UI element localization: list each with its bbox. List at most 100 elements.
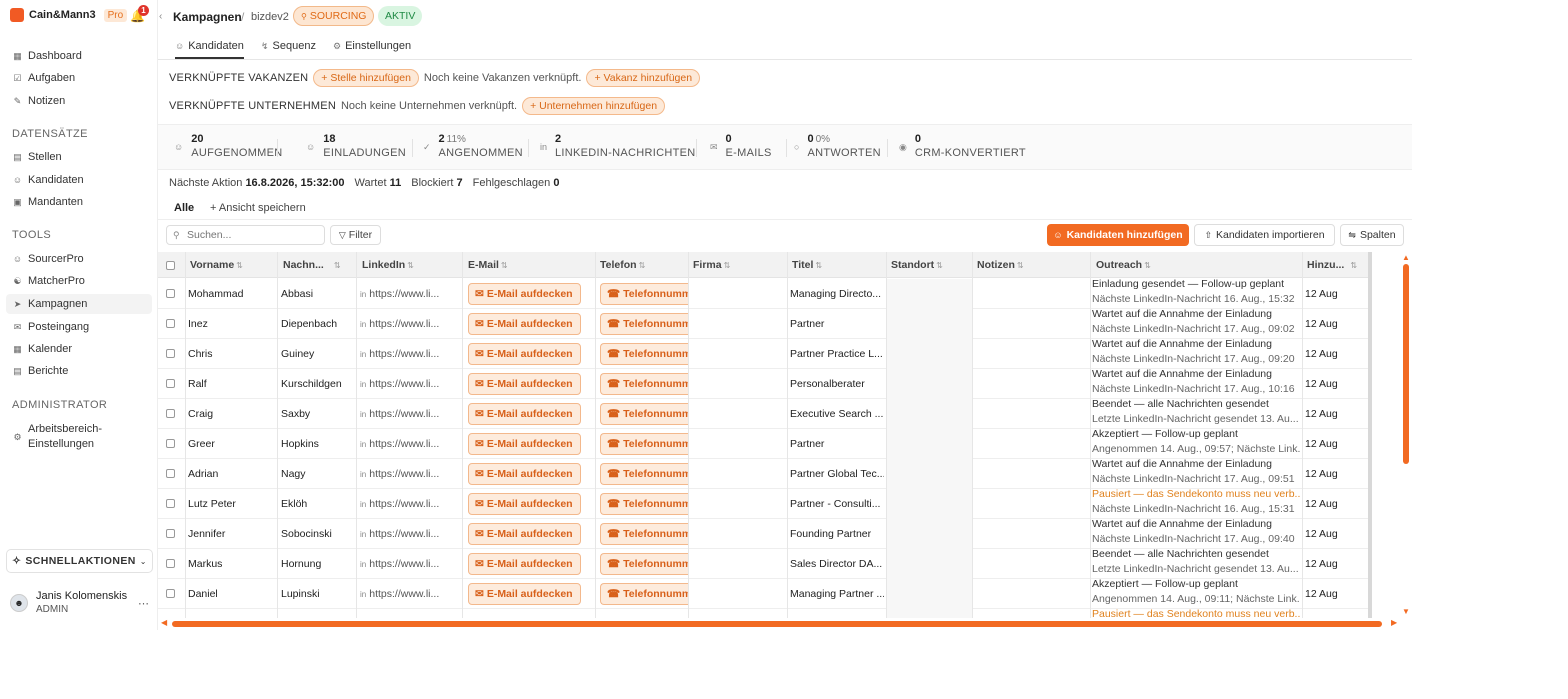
tab-kandidaten[interactable]: ☺ Kandidaten (175, 40, 244, 59)
th-standort[interactable]: Standort ⇅ (891, 259, 943, 271)
table-row[interactable]: Mohammad Abbasi in https://www.li... ✉ E-Mail… (158, 278, 1372, 309)
th-telefon[interactable]: Telefon ⇅ (600, 259, 645, 271)
reveal-email-button[interactable]: ✉ E-Mail aufdecken (468, 373, 581, 395)
brand[interactable]: Cain&Mann3 Pro (10, 8, 128, 22)
sidebar-item-stellen[interactable]: ▤ Stellen (12, 147, 61, 167)
sidebar-item-dashboard[interactable]: ▦ Dashboard (12, 46, 82, 66)
quick-actions-button[interactable]: ✧ SCHNELLAKTIONEN ⌄ (6, 549, 153, 573)
row-checkbox[interactable] (166, 529, 175, 538)
linkedin-link[interactable]: in https://www.li... (360, 498, 452, 510)
reveal-email-button[interactable]: ✉ E-Mail aufdecken (468, 343, 581, 365)
scroll-down-icon[interactable]: ▼ (1402, 607, 1410, 616)
reveal-phone-button[interactable]: ☎Telefonnummer (600, 493, 688, 515)
reveal-phone-button[interactable]: ☎Telefonnummer (600, 433, 688, 455)
linkedin-link[interactable]: in https://www.li... (360, 348, 452, 360)
reveal-phone-button[interactable]: ☎Telefonnummer (600, 283, 688, 305)
sidebar-item-aufgaben[interactable]: ☑ Aufgaben (12, 68, 75, 88)
sidebar-item-mandanten[interactable]: ▣ Mandanten (12, 192, 83, 212)
th-vorname[interactable]: Vorname ⇅ (190, 259, 243, 271)
row-checkbox[interactable] (166, 409, 175, 418)
linkedin-link[interactable]: in https://www.li... (360, 408, 452, 420)
reveal-email-button[interactable]: ✉ E-Mail aufdecken (468, 463, 581, 485)
table-row[interactable]: Ralf Kurschildgen in https://www.li... ✉ E-Ma… (158, 368, 1372, 399)
table-row[interactable]: Adrian Nagy in https://www.li... ✉ E-Mail auf… (158, 458, 1372, 489)
row-checkbox[interactable] (166, 499, 175, 508)
row-checkbox[interactable] (166, 319, 175, 328)
row-checkbox[interactable] (166, 589, 175, 598)
th-linkedin[interactable]: LinkedIn ⇅ (362, 259, 414, 271)
reveal-email-button[interactable]: ✉ E-Mail aufdecken (468, 403, 581, 425)
linkedin-link[interactable]: in https://www.li... (360, 378, 452, 390)
user-profile[interactable]: ☻ Janis Kolomenskis ADMIN (10, 590, 127, 615)
reveal-email-button[interactable]: ✉ E-Mail aufdecken (468, 283, 581, 305)
table-row[interactable]: Lutz Peter Eklöh in https://www.li... ✉ E-Mai… (158, 488, 1372, 519)
scroll-up-icon[interactable]: ▲ (1402, 253, 1410, 262)
reveal-email-button[interactable]: ✉ E-Mail aufdecken (468, 433, 581, 455)
sidebar-item-kandidaten[interactable]: ☺ Kandidaten (12, 170, 84, 190)
search-input[interactable] (166, 225, 325, 245)
reveal-email-button[interactable]: ✉ E-Mail aufdecken (468, 583, 581, 605)
tab-einstellungen[interactable]: ⚙ Einstellungen (333, 40, 411, 52)
row-checkbox[interactable] (166, 469, 175, 478)
filter-button[interactable]: ▽ Filter (330, 225, 381, 245)
reveal-phone-button[interactable]: ☎Telefonnummer (600, 343, 688, 365)
sidebar-item-sourcerpro[interactable]: ☺ SourcerPro (12, 249, 84, 269)
add-candidates-button[interactable]: ☺ Kandidaten hinzufügen (1047, 224, 1189, 246)
tab-sequenz[interactable]: ↯ Sequenz (261, 40, 316, 52)
sidebar-item-notizen[interactable]: ✎ Notizen (12, 91, 66, 111)
reveal-phone-button[interactable]: ☎Telefonnummer (600, 583, 688, 605)
reveal-email-button[interactable]: ✉ E-Mail aufdecken (468, 493, 581, 515)
reveal-phone-button[interactable]: ☎Telefonnummer (600, 553, 688, 575)
breadcrumb-kampagnen[interactable]: Kampagnen (173, 10, 242, 24)
reveal-phone-button[interactable]: ☎Telefonnummer (600, 403, 688, 425)
th-hinzugefuegt[interactable]: Hinzu... ⇅ (1307, 259, 1357, 271)
th-outreach[interactable]: Outreach ⇅ (1096, 259, 1151, 271)
add-company-button[interactable]: + Unternehmen hinzufügen (522, 97, 666, 115)
reveal-phone-button[interactable]: ☎Telefonnummer (600, 523, 688, 545)
more-icon[interactable]: ⋯ (138, 597, 149, 610)
sidebar-item-berichte[interactable]: ▤ Berichte (12, 361, 68, 381)
scroll-right-icon[interactable]: ▶ (1391, 618, 1397, 627)
sidebar-item-posteingang[interactable]: ✉ Posteingang (12, 317, 89, 337)
table-row[interactable]: Inez Diepenbach in https://www.li... ✉ E-Mail… (158, 308, 1372, 339)
th-nachname[interactable]: Nachn... ⇅ (283, 259, 341, 271)
th-email[interactable]: E-Mail ⇅ (468, 259, 508, 271)
linkedin-link[interactable]: in https://www.li... (360, 318, 452, 330)
table-row[interactable]: Daniel Lupinski in https://www.li... ✉ E-Mail… (158, 578, 1372, 609)
linkedin-link[interactable]: in https://www.li... (360, 528, 452, 540)
scroll-left-icon[interactable]: ◀ (161, 618, 167, 627)
select-all-checkbox[interactable] (166, 261, 175, 270)
table-row[interactable]: Jennifer Sobocinski in https://www.li... ✉ E-… (158, 518, 1372, 549)
view-all-tab[interactable]: Alle (174, 202, 194, 214)
vertical-scrollbar[interactable] (1403, 264, 1409, 464)
linkedin-link[interactable]: in https://www.li... (360, 588, 452, 600)
table-row[interactable]: Craig Saxby in https://www.li... ✉ E-Mail auf… (158, 398, 1372, 429)
row-checkbox[interactable] (166, 379, 175, 388)
reveal-email-button[interactable]: ✉ E-Mail aufdecken (468, 523, 581, 545)
row-checkbox[interactable] (166, 289, 175, 298)
columns-button[interactable]: ⇋ Spalten (1340, 224, 1404, 246)
horizontal-scrollbar[interactable] (172, 621, 1382, 627)
save-view-button[interactable]: + Ansicht speichern (210, 202, 306, 214)
linkedin-link[interactable]: in https://www.li... (360, 558, 452, 570)
reveal-email-button[interactable]: ✉ E-Mail aufdecken (468, 553, 581, 575)
row-checkbox[interactable] (166, 559, 175, 568)
reveal-phone-button[interactable]: ☎Telefonnummer (600, 313, 688, 335)
table-row[interactable]: Markus Hornung in https://www.li... ✉ E-Mail … (158, 548, 1372, 579)
reveal-phone-button[interactable]: ☎Telefonnummer (600, 463, 688, 485)
chevron-left-icon[interactable]: ‹ (159, 11, 162, 22)
linkedin-link[interactable]: in https://www.li... (360, 288, 452, 300)
row-checkbox[interactable] (166, 349, 175, 358)
sidebar-item-workspace-settings[interactable]: ⚙ Arbeitsbereich- Einstellungen (12, 422, 102, 452)
sidebar-item-matcherpro[interactable]: ☯ MatcherPro (12, 271, 84, 291)
add-position-button[interactable]: + Stelle hinzufügen (313, 69, 419, 87)
th-firma[interactable]: Firma ⇅ (693, 259, 730, 271)
linkedin-link[interactable]: in https://www.li... (360, 468, 452, 480)
linkedin-link[interactable]: in https://www.li... (360, 438, 452, 450)
table-row[interactable]: Chris Guiney in https://www.li... ✉ E-Mail au… (158, 338, 1372, 369)
table-row[interactable]: Greer Hopkins in https://www.li... ✉ E-Mail a… (158, 428, 1372, 459)
table-row[interactable]: Pausiert — das Sendekonto muss neu verb.… (158, 608, 1372, 618)
reveal-phone-button[interactable]: ☎Telefonnummer (600, 373, 688, 395)
reveal-email-button[interactable]: ✉ E-Mail aufdecken (468, 313, 581, 335)
th-titel[interactable]: Titel ⇅ (792, 259, 822, 271)
